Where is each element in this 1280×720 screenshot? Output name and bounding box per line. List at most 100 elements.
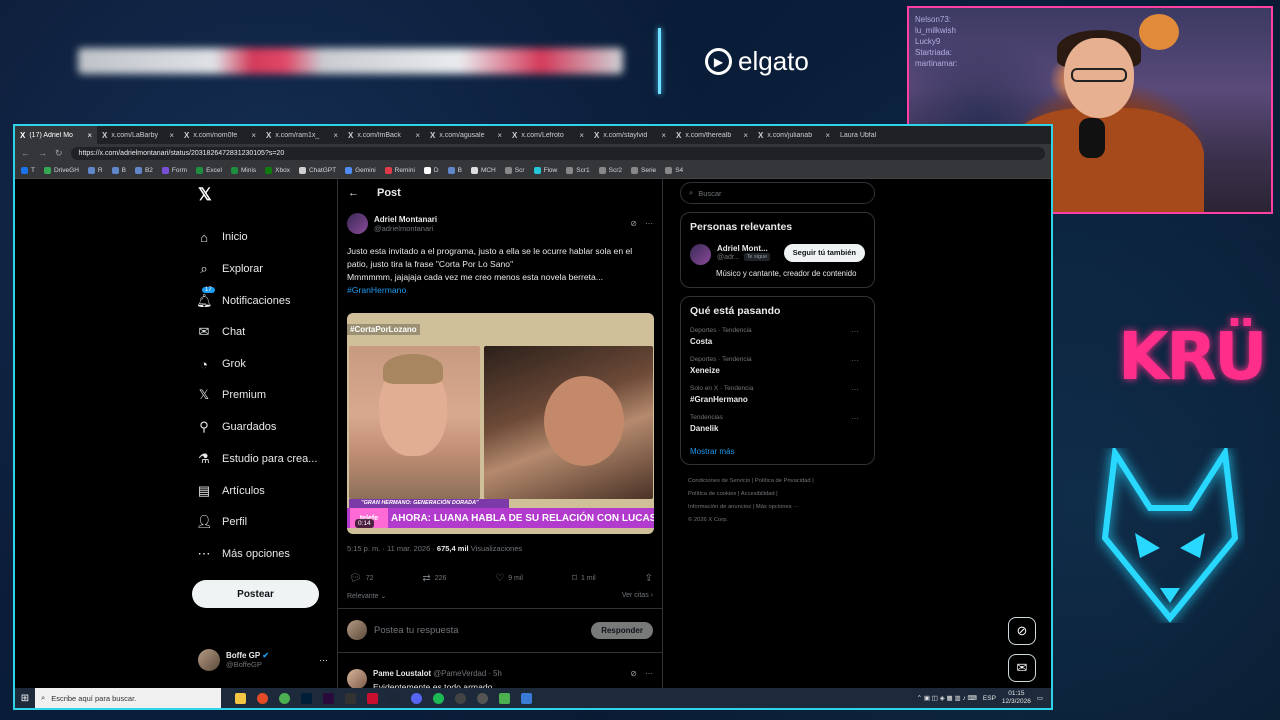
close-tab-icon[interactable]: × [251, 131, 256, 140]
close-tab-icon[interactable]: × [743, 131, 748, 140]
bookmark-item[interactable]: Minis [230, 166, 256, 174]
close-tab-icon[interactable]: × [497, 131, 502, 140]
trend-item[interactable]: Deportes · Tendencia Xeneize ··· [690, 356, 865, 375]
nav-item-estudio[interactable]: ⚗ Estudio para crea... [196, 448, 317, 470]
more-icon[interactable]: ··· [851, 385, 859, 394]
avatar[interactable] [347, 213, 368, 234]
obs-icon[interactable] [257, 692, 268, 704]
nav-item-chat[interactable]: ✉ Chat [196, 321, 246, 343]
file-explorer-icon[interactable] [235, 692, 246, 704]
nav-item-explorar[interactable]: ⌕ Explorar [196, 258, 263, 280]
bookmark-item[interactable]: Scr2 [598, 166, 622, 174]
relevant-person[interactable]: Adriel Mont... @adr... Te sigue Seguir tú… [690, 244, 865, 265]
epic-games-icon[interactable] [345, 692, 356, 704]
messages-float-button[interactable]: ✉ [1008, 654, 1036, 682]
close-tab-icon[interactable]: × [333, 131, 338, 140]
more-icon[interactable]: ··· [851, 356, 859, 365]
bookmark-item[interactable]: Form [161, 166, 187, 174]
grok-float-button[interactable]: ⊘ [1008, 617, 1036, 645]
nav-item-perfil[interactable]: 👤︎ Perfil [196, 511, 247, 533]
browser-tab[interactable]: Xx.com/lmBack × [343, 126, 425, 144]
app-icon[interactable] [455, 692, 466, 704]
tweet-time[interactable]: 5:15 p. m. · 11 mar. 2026 · [347, 544, 435, 553]
video-media[interactable]: #CortaPorLozano "GRAN HERMANO: GENERACIÓ… [347, 313, 654, 534]
bookmark-item[interactable]: Remini [384, 166, 415, 174]
steam-icon[interactable] [389, 692, 400, 704]
bookmark-item[interactable]: B2 [134, 166, 153, 174]
nav-item-articulos[interactable]: ▤ Artículos [196, 480, 265, 502]
close-tab-icon[interactable]: × [415, 131, 420, 140]
spotify-icon[interactable] [433, 692, 444, 704]
more-icon[interactable]: ··· [851, 414, 859, 423]
nav-item-notificaciones[interactable]: 🔔︎ 17 Notificaciones [196, 287, 290, 312]
bookmark-action[interactable]: ⌑ 1 mil [572, 573, 596, 584]
account-switcher[interactable]: Boffe GP ✔ @BoffeGP ··· [198, 649, 328, 671]
reply-action[interactable]: 💬︎ 72 [349, 573, 374, 584]
bookmark-item[interactable]: B [111, 166, 126, 174]
more-icon[interactable]: ··· [319, 655, 328, 665]
nav-item-inicio[interactable]: ⌂ Inicio [196, 226, 248, 248]
x-logo-icon[interactable]: 𝕏 [198, 185, 212, 205]
nav-item-guardados[interactable]: ⚲ Guardados [196, 416, 276, 438]
reload-icon[interactable]: ↻ [55, 148, 63, 159]
hashtag-link[interactable]: #GranHermano [347, 284, 653, 297]
bookmark-item[interactable]: B [447, 166, 462, 174]
bookmark-item[interactable]: T [21, 166, 35, 174]
like-action[interactable]: ♡ 9 mil [495, 573, 523, 584]
forward-icon[interactable]: → [38, 148, 47, 158]
discord-icon[interactable] [411, 692, 422, 704]
app-icon[interactable] [477, 692, 488, 704]
follow-button[interactable]: Seguir tú también [783, 244, 865, 262]
more-icon[interactable]: ··· [645, 219, 653, 228]
browser-tab[interactable]: Xx.com/LaBarby × [97, 126, 179, 144]
bookmark-item[interactable]: Flow [533, 166, 557, 174]
close-tab-icon[interactable]: × [87, 131, 92, 140]
back-arrow-icon[interactable]: ← [348, 187, 359, 199]
app-icon[interactable] [367, 692, 378, 704]
reply-input[interactable]: Postea tu respuesta [374, 625, 584, 636]
notification-center-icon[interactable]: ▭ [1037, 694, 1043, 702]
grok-icon[interactable]: ⊘ [630, 669, 637, 678]
reply-tweet[interactable]: Pame Loustalot @PameVerdad · 5h Evidente… [338, 652, 662, 692]
app-icon[interactable] [499, 692, 510, 704]
close-tab-icon[interactable]: × [825, 131, 830, 140]
nav-item-premium[interactable]: 𝕏 Premium [196, 384, 266, 406]
bookmark-item[interactable]: Scr1 [566, 166, 590, 174]
browser-tab[interactable]: Xx.com/ram1x_ × [261, 126, 343, 144]
relevance-dropdown[interactable]: Relevante ⌄ [347, 592, 386, 600]
bookmark-item[interactable]: R [87, 166, 103, 174]
trend-item[interactable]: Solo en X · Tendencia #GranHermano ··· [690, 385, 865, 404]
bookmark-item[interactable]: S4 [665, 166, 683, 174]
browser-tab[interactable]: Xx.com/staylvid × [589, 126, 671, 144]
person-name[interactable]: Adriel Mont... [717, 244, 770, 253]
language-indicator[interactable]: ESP [983, 695, 996, 702]
bookmark-item[interactable]: Gemini [345, 166, 376, 174]
footer-line[interactable]: Condiciones de Servicio | Política de Pr… [688, 475, 875, 488]
browser-tab[interactable]: Xx.com/agusale × [425, 126, 507, 144]
reply-author[interactable]: Pame Loustalot [373, 669, 431, 678]
bookmark-item[interactable]: Serie [631, 166, 656, 174]
share-action[interactable]: ⇪ [645, 573, 653, 584]
browser-tab-active[interactable]: X (17) Adriel Mo × [15, 126, 97, 144]
more-icon[interactable]: ··· [851, 327, 859, 336]
back-icon[interactable]: ← [21, 148, 30, 158]
bookmark-item[interactable]: MCH [470, 166, 496, 174]
bookmark-item[interactable]: ChatGPT [298, 166, 336, 174]
author-name[interactable]: Adriel Montanari [374, 215, 437, 224]
close-tab-icon[interactable]: × [661, 131, 666, 140]
browser-tab[interactable]: Xx.com/therealb × [671, 126, 753, 144]
browser-tab[interactable]: Xx.com/julianab × [753, 126, 835, 144]
trend-item[interactable]: Deportes · Tendencia Costa ··· [690, 327, 865, 346]
app-icon[interactable] [521, 692, 532, 704]
bookmark-item[interactable]: Xbox [265, 166, 290, 174]
clock[interactable]: 01:15 12/3/2026 [1002, 690, 1031, 706]
photoshop-icon[interactable] [301, 692, 312, 704]
grok-icon[interactable]: ⊘ [630, 219, 637, 228]
url-field[interactable]: https://x.com/adrielmontanari/status/203… [70, 146, 1045, 160]
bookmark-item[interactable]: Excel [196, 166, 222, 174]
repost-action[interactable]: ⇄ 226 [422, 573, 446, 584]
taskbar-search[interactable]: ⌕ Escribe aquí para buscar. [35, 688, 221, 708]
bookmark-item[interactable]: DriveGH [43, 166, 79, 174]
close-tab-icon[interactable]: × [169, 131, 174, 140]
avatar[interactable] [347, 669, 367, 689]
